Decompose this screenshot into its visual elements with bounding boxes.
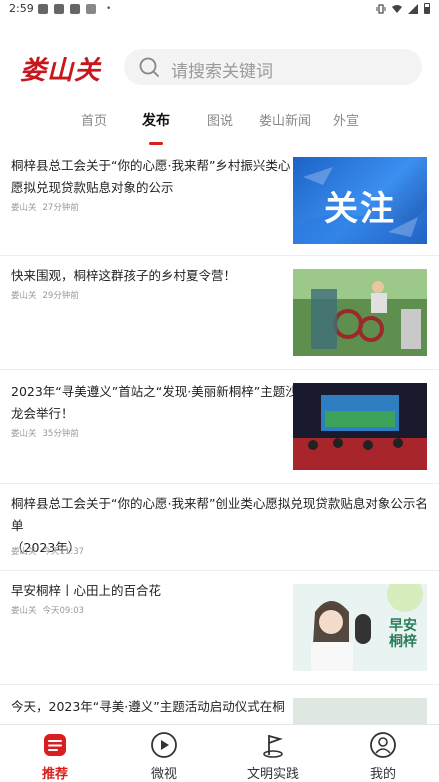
news-item[interactable]: 桐梓县总工会关于“你的心愿·我来帮”乡村振兴类心 愿拟兑现贷款贴息对象的公示 娄… <box>0 148 439 256</box>
app-logo[interactable]: 娄山关 <box>20 48 101 88</box>
search-bar[interactable]: 请搜索关键词 <box>124 49 422 85</box>
active-tab-indicator <box>149 142 163 145</box>
user-icon <box>370 732 396 758</box>
wifi-icon <box>392 4 402 13</box>
news-title: 2023年“寻美遵义”首站之“发现·美丽新桐梓”主题沙 龙会举行！ <box>11 384 298 421</box>
news-source: 娄山关 <box>11 606 37 616</box>
status-bar: 2:59 • <box>0 0 439 20</box>
bottom-nav: 推荐 微视 文明实践 我的 <box>0 724 439 782</box>
status-time: 2:59 <box>9 2 34 15</box>
header: 娄山关 请搜索关键词 <box>0 48 439 88</box>
news-meta: 娄山关 今天09:03 <box>11 604 84 616</box>
news-item[interactable]: 今天，2023年“寻美·遵义”主题活动启动仪式在桐 <box>0 686 439 724</box>
news-title: 早安桐梓丨心田上的百合花 <box>11 583 162 598</box>
nav-mine[interactable]: 我的 <box>343 731 423 782</box>
play-icon <box>151 732 177 758</box>
news-source: 娄山关 <box>11 291 37 301</box>
news-time: 27分钟前 <box>42 203 79 213</box>
notification-icon <box>86 4 96 14</box>
news-meta: 娄山关 35分钟前 <box>11 427 79 439</box>
nav-micro-video[interactable]: 微视 <box>124 731 204 782</box>
notification-icon <box>70 4 80 14</box>
more-notifications-icon: • <box>106 4 112 14</box>
news-source: 娄山关 <box>11 547 37 557</box>
news-meta: 娄山关 27分钟前 <box>11 201 79 213</box>
news-time: 今天11:37 <box>42 547 85 557</box>
nav-label: 微视 <box>150 767 177 782</box>
news-title: 快来围观，桐梓这群孩子的乡村夏令营！ <box>11 268 237 283</box>
news-meta: 娄山关 29分钟前 <box>11 289 79 301</box>
news-source: 娄山关 <box>11 203 37 213</box>
news-thumbnail <box>293 698 427 724</box>
recommend-icon <box>44 734 66 756</box>
nav-label: 文明实践 <box>246 767 299 782</box>
tab-pictures[interactable]: 图说 <box>207 110 233 129</box>
nav-label: 我的 <box>369 767 396 782</box>
tab-publish[interactable]: 发布 <box>142 110 170 130</box>
nav-recommend[interactable]: 推荐 <box>15 731 95 782</box>
news-title: 桐梓县总工会关于“你的心愿·我来帮”乡村振兴类心 愿拟兑现贷款贴息对象的公示 <box>11 158 291 195</box>
news-title: 今天，2023年“寻美·遵义”主题活动启动仪式在桐 <box>11 699 285 714</box>
thumbnail-caption: 关注 <box>324 189 396 229</box>
nav-civilization-practice[interactable]: 文明实践 <box>233 731 313 782</box>
news-item[interactable]: 2023年“寻美遵义”首站之“发现·美丽新桐梓”主题沙 龙会举行！ 娄山关 35分… <box>0 371 439 484</box>
signal-icon <box>408 3 418 14</box>
news-thumbnail: 早安桐梓 <box>293 584 427 671</box>
tab-loushan-news[interactable]: 娄山新闻 <box>259 110 311 129</box>
search-icon <box>139 57 159 77</box>
search-placeholder: 请搜索关键词 <box>171 62 273 82</box>
tab-home[interactable]: 首页 <box>81 110 107 129</box>
news-time: 今天09:03 <box>42 606 85 616</box>
news-meta: 娄山关 今天11:37 <box>11 545 84 557</box>
news-item[interactable]: 快来围观，桐梓这群孩子的乡村夏令营！ 娄山关 29分钟前 <box>0 257 439 370</box>
channel-tabs: 首页 发布 图说 娄山新闻 外宣 <box>0 110 439 146</box>
battery-icon <box>424 3 430 14</box>
news-thumbnail: 关注 <box>293 157 427 244</box>
flag-icon <box>263 735 283 758</box>
news-source: 娄山关 <box>11 429 37 439</box>
notification-icon <box>54 4 64 14</box>
thumbnail-caption: 早安桐梓 <box>389 618 417 650</box>
vibrate-icon <box>376 3 386 14</box>
news-item[interactable]: 桐梓县总工会关于“你的心愿·我来帮”创业类心愿拟兑现贷款贴息对象公示名单 （20… <box>0 485 439 571</box>
tab-publicity[interactable]: 外宣 <box>333 110 359 129</box>
news-time: 35分钟前 <box>42 429 79 439</box>
news-time: 29分钟前 <box>42 291 79 301</box>
news-thumbnail <box>293 269 427 356</box>
news-item[interactable]: 早安桐梓丨心田上的百合花 娄山关 今天09:03 早安桐梓 <box>0 572 439 685</box>
news-thumbnail <box>293 383 427 470</box>
nav-label: 推荐 <box>41 767 68 782</box>
notification-icon <box>38 4 48 14</box>
